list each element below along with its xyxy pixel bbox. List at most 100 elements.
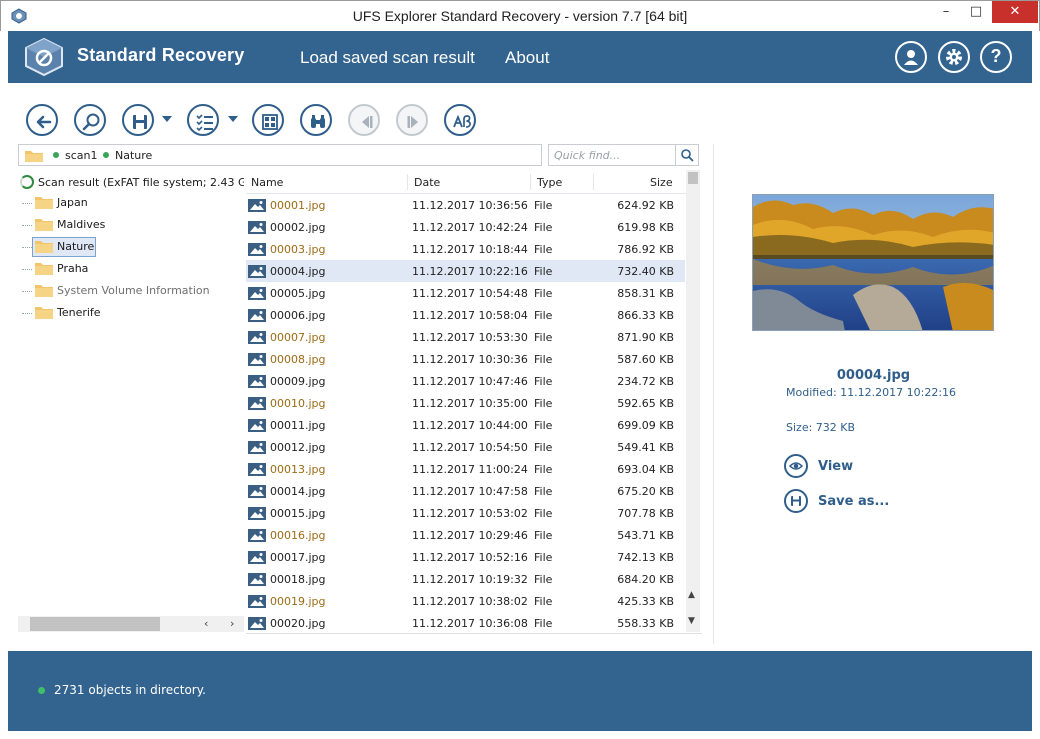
breadcrumb-item-nature[interactable]: Nature	[103, 149, 152, 162]
image-file-icon	[248, 353, 266, 366]
column-header-size[interactable]: Size	[650, 176, 673, 189]
load-saved-scan-menu[interactable]: Load saved scan result	[300, 48, 475, 68]
file-date-cell: 11.12.2017 10:47:58	[412, 485, 528, 498]
scroll-right-icon[interactable]: ›	[230, 617, 234, 630]
table-row[interactable]: 00001.jpg 11.12.2017 10:36:56 File 624.92 K…	[246, 194, 685, 216]
file-type-cell: File	[534, 375, 553, 388]
tree-item-japan[interactable]: Japan	[22, 193, 242, 213]
scrollbar-thumb[interactable]	[688, 172, 698, 184]
file-type-cell: File	[534, 463, 553, 476]
column-header-name[interactable]: Name	[251, 176, 283, 189]
tree-horizontal-scrollbar[interactable]: ‹ ›	[18, 616, 244, 632]
tree-item-tenerife[interactable]: Tenerife	[22, 303, 242, 323]
next-button[interactable]	[396, 104, 428, 136]
file-type-cell: File	[534, 507, 553, 520]
encoding-button[interactable]	[444, 104, 476, 136]
table-row[interactable]: 00003.jpg 11.12.2017 10:18:44 File 786.92 K…	[246, 238, 685, 260]
folder-icon	[35, 307, 53, 319]
tree-item-praha[interactable]: Praha	[22, 259, 242, 279]
tree-item-system-volume-information[interactable]: System Volume Information	[22, 281, 242, 301]
column-header-type[interactable]: Type	[537, 176, 562, 189]
tree-item-nature[interactable]: Nature	[22, 237, 242, 257]
quick-find-button[interactable]	[676, 144, 699, 166]
file-size-cell: 587.60 KB	[617, 353, 674, 366]
image-file-icon	[248, 287, 266, 300]
table-row[interactable]: 00004.jpg 11.12.2017 10:22:16 File 732.40 K…	[246, 260, 685, 282]
tree-item-maldives[interactable]: Maldives	[22, 215, 242, 235]
file-type-cell: File	[534, 419, 553, 432]
table-row[interactable]: 00002.jpg 11.12.2017 10:42:24 File 619.98 K…	[246, 216, 685, 238]
breadcrumb-item-scan1[interactable]: scan1	[53, 149, 98, 162]
folder-icon	[35, 263, 53, 275]
settings-button[interactable]	[938, 41, 970, 73]
save-as-button[interactable]: Save as...	[784, 489, 944, 515]
file-type-cell: File	[534, 199, 553, 212]
save-button[interactable]	[122, 104, 154, 136]
tree-connector	[22, 225, 32, 226]
search-scan-button[interactable]	[74, 104, 106, 136]
select-dropdown-caret[interactable]	[228, 116, 238, 122]
column-divider[interactable]	[407, 174, 408, 190]
file-size-cell: 549.41 KB	[617, 441, 674, 454]
file-type-cell: File	[534, 397, 553, 410]
save-dropdown-caret[interactable]	[162, 116, 172, 122]
about-menu[interactable]: About	[505, 48, 549, 68]
view-mode-button[interactable]	[252, 104, 284, 136]
file-size-cell: 425.33 KB	[617, 595, 674, 608]
file-date-cell: 11.12.2017 10:36:56	[412, 199, 528, 212]
table-row[interactable]: 00005.jpg 11.12.2017 10:54:48 File 858.31 K…	[246, 282, 685, 304]
file-name-cell: 00019.jpg	[270, 595, 326, 608]
table-row[interactable]: 00009.jpg 11.12.2017 10:47:46 File 234.72 K…	[246, 370, 685, 392]
image-file-icon	[248, 441, 266, 454]
help-button[interactable]: ?	[980, 41, 1012, 73]
tree-connector	[22, 203, 32, 204]
grid-view-icon	[262, 114, 278, 130]
maximize-button[interactable]: □	[961, 1, 991, 23]
table-row[interactable]: 00019.jpg 11.12.2017 10:38:02 File 425.33 K…	[246, 590, 685, 612]
table-row[interactable]: 00012.jpg 11.12.2017 10:54:50 File 549.41 K…	[246, 436, 685, 458]
quick-find-input[interactable]	[548, 144, 676, 166]
image-file-icon	[248, 397, 266, 410]
table-row[interactable]: 00017.jpg 11.12.2017 10:52:16 File 742.13 K…	[246, 546, 685, 568]
find-button[interactable]	[300, 104, 332, 136]
table-row[interactable]: 00008.jpg 11.12.2017 10:30:36 File 587.60 K…	[246, 348, 685, 370]
table-row[interactable]: 00011.jpg 11.12.2017 10:44:00 File 699.09 K…	[246, 414, 685, 436]
folder-icon	[35, 285, 53, 297]
column-divider[interactable]	[593, 174, 594, 190]
table-row[interactable]: 00015.jpg 11.12.2017 10:53:02 File 707.78 K…	[246, 502, 685, 524]
back-button[interactable]	[26, 104, 58, 136]
table-row[interactable]: 00018.jpg 11.12.2017 10:19:32 File 684.20 K…	[246, 568, 685, 590]
table-row[interactable]: 00013.jpg 11.12.2017 11:00:24 File 693.04 K…	[246, 458, 685, 480]
minimize-button[interactable]: –	[931, 1, 961, 23]
previous-button[interactable]	[348, 104, 380, 136]
user-button[interactable]	[895, 41, 927, 73]
file-list-vertical-scrollbar[interactable]: ▲ ▼	[686, 170, 700, 632]
column-divider[interactable]	[530, 174, 531, 190]
table-row[interactable]: 00020.jpg 11.12.2017 10:36:08 File 558.33 K…	[246, 612, 685, 634]
file-name-cell: 00007.jpg	[270, 331, 326, 344]
scrollbar-thumb[interactable]	[30, 617, 160, 631]
file-name-cell: 00015.jpg	[270, 507, 326, 520]
image-file-icon	[248, 507, 266, 520]
table-row[interactable]: 00016.jpg 11.12.2017 10:29:46 File 543.71 K…	[246, 524, 685, 546]
scroll-left-icon[interactable]: ‹	[204, 617, 208, 630]
scroll-down-icon[interactable]: ▼	[688, 616, 695, 626]
close-button[interactable]: ✕	[992, 1, 1038, 23]
table-row[interactable]: 00006.jpg 11.12.2017 10:58:04 File 866.33 K…	[246, 304, 685, 326]
tree-root-scan-result[interactable]: Scan result (ExFAT file system; 2.43 GB …	[20, 175, 244, 189]
arrow-left-icon	[36, 115, 52, 129]
view-button[interactable]: View	[784, 454, 944, 480]
table-row[interactable]: 00010.jpg 11.12.2017 10:35:00 File 592.65 K…	[246, 392, 685, 414]
folder-icon	[35, 241, 53, 253]
file-type-cell: File	[534, 551, 553, 564]
image-file-icon	[248, 529, 266, 542]
file-size-cell: 684.20 KB	[617, 573, 674, 586]
image-preview-thumbnail[interactable]	[752, 194, 994, 331]
scroll-up-icon[interactable]: ▲	[688, 590, 695, 600]
select-list-button[interactable]	[187, 104, 219, 136]
table-row[interactable]: 00007.jpg 11.12.2017 10:53:30 File 871.90 K…	[246, 326, 685, 348]
image-file-icon	[248, 375, 266, 388]
column-header-date[interactable]: Date	[414, 176, 440, 189]
image-file-icon	[248, 243, 266, 256]
table-row[interactable]: 00014.jpg 11.12.2017 10:47:58 File 675.20 K…	[246, 480, 685, 502]
